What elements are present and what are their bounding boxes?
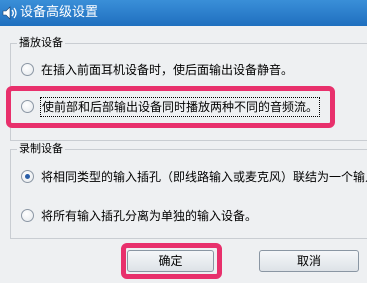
recording-group-label: 录制设备	[17, 142, 65, 156]
recording-group: 录制设备	[10, 142, 367, 239]
title-bar: 设备高级设置	[0, 0, 367, 26]
window-title: 设备高级设置	[20, 5, 99, 20]
separate-inputs-radio[interactable]	[21, 209, 34, 222]
playback-group-label: 播放设备	[17, 36, 65, 50]
speaker-icon	[2, 6, 17, 20]
separate-inputs-label: 将所有输入插孔分离为单独的输入设备。	[41, 209, 258, 223]
join-inputs-radio[interactable]	[21, 170, 34, 183]
mute-rear-radio[interactable]	[21, 63, 34, 76]
dual-stream-radio[interactable]	[21, 100, 34, 113]
join-inputs-label: 将相同类型的输入插孔（即线路输入或麦克风）联结为一个输入	[41, 170, 367, 184]
ok-button[interactable]: 确定	[127, 250, 214, 272]
cancel-button[interactable]: 取消	[259, 250, 359, 272]
mute-rear-label: 在插入前面耳机设备时，使后面输出设备静音。	[41, 63, 294, 77]
playback-group: 播放设备	[10, 36, 367, 141]
dual-stream-label: 使前部和后部输出设备同时播放两种不同的音频流。	[39, 97, 321, 117]
